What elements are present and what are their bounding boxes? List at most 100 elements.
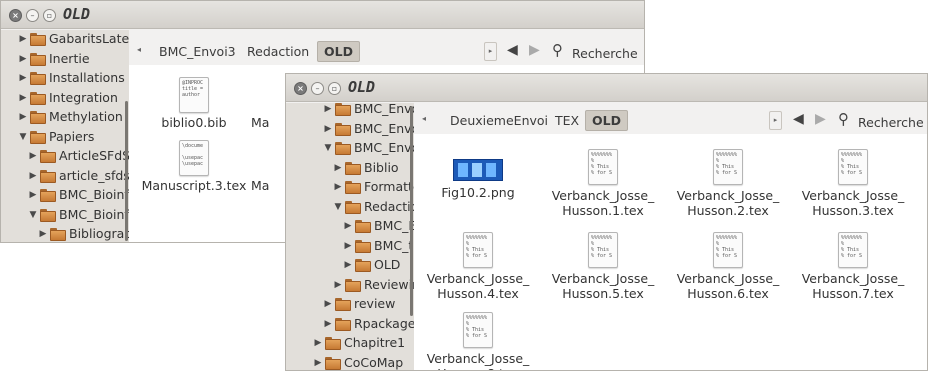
crumb-deuxiemeenvoi[interactable]: DeuxiemeEnvoi — [444, 110, 554, 131]
close-button[interactable]: × — [294, 82, 307, 95]
file-item[interactable]: %%%%%%%%% This% for SVerbanck_Josse_Huss… — [793, 232, 913, 301]
file-item-biblio0[interactable]: @INPROC title = author biblio0.bib — [134, 77, 254, 130]
tex-file-icon: %%%%%%%%% This% for S — [463, 232, 493, 268]
expander-collapsed-icon[interactable]: ▶ — [18, 93, 28, 103]
file-name: Verbanck_Josse_ Husson.7.tex — [801, 271, 905, 301]
folder-icon — [325, 356, 341, 370]
crumb-old[interactable]: OLD — [585, 110, 628, 131]
folder-icon — [355, 259, 371, 272]
titlebar[interactable]: × – ▫ OLD — [286, 74, 927, 102]
sidebar-item-label: review — [354, 296, 396, 311]
expander-collapsed-icon[interactable]: ▶ — [28, 190, 38, 200]
file-item[interactable]: Fig10.2.png — [418, 149, 538, 200]
expander-collapsed-icon[interactable]: ▶ — [28, 171, 38, 181]
expander-collapsed-icon[interactable]: ▶ — [333, 182, 343, 192]
sidebar-item-label: Methylation — [49, 109, 123, 124]
expander-collapsed-icon[interactable]: ▶ — [333, 280, 343, 290]
expander-expanded-icon[interactable]: ▼ — [333, 202, 343, 212]
tex-file-icon: %%%%%%%%% This% for S — [838, 149, 868, 185]
search-icon[interactable]: ⚲ — [552, 41, 563, 59]
folder-icon — [345, 278, 361, 292]
file-item[interactable]: %%%%%%%%% This% for SVerbanck_Josse_Huss… — [668, 232, 788, 301]
sidebar-item-label: Bibliograp — [69, 226, 129, 241]
sidebar-scrollbar[interactable] — [125, 101, 128, 241]
expander-collapsed-icon[interactable]: ▶ — [343, 241, 353, 251]
file-name: Verbanck_Josse_ Husson.6.tex — [676, 271, 780, 301]
tex-file-icon: %%%%%%%%% This% for S — [838, 232, 868, 268]
sidebar-item-label: Integration — [49, 89, 118, 105]
file-item-manuscript3[interactable]: \docume \usepac \usepac Manuscript.3.tex — [134, 140, 254, 193]
search-label[interactable]: Recherche — [858, 115, 924, 130]
search-icon[interactable]: ⚲ — [838, 110, 849, 128]
sidebar-item-label: Reviewir — [364, 276, 414, 292]
back-arrow-icon[interactable]: ◀ — [507, 42, 518, 58]
expander-collapsed-icon[interactable]: ▶ — [18, 54, 28, 64]
expander-collapsed-icon[interactable]: ▶ — [323, 104, 333, 114]
search-label[interactable]: Recherche — [572, 46, 638, 61]
expander-collapsed-icon[interactable]: ▶ — [18, 112, 28, 122]
sidebar-item-label: BMC_Envo — [354, 120, 414, 136]
file-item[interactable]: %%%%%%%%% This% for SVerbanck_Josse_Huss… — [543, 232, 663, 301]
tex-file-icon: %%%%%%%%% This% for S — [588, 232, 618, 268]
sidebar[interactable]: ▶ BMC_Envo ▶ BMC_Envo ▼ BMC_Envo ▶ Biblio ▶ Forma… — [286, 103, 414, 370]
expander-expanded-icon[interactable]: ▼ — [18, 132, 28, 142]
sidebar-item-label: GabaritsLatex — [49, 31, 129, 46]
path-scroll-left-icon[interactable]: ◂ — [422, 114, 426, 123]
sidebar-scrollbar[interactable] — [410, 106, 413, 316]
crumb-old[interactable]: OLD — [317, 41, 360, 62]
expander-collapsed-icon[interactable]: ▶ — [323, 319, 333, 329]
tex-file-icon: \docume \usepac \usepac — [179, 140, 209, 176]
file-name: Ma — [251, 178, 270, 193]
expander-collapsed-icon[interactable]: ▶ — [323, 124, 333, 134]
folder-icon — [30, 91, 46, 105]
back-arrow-icon[interactable]: ◀ — [793, 111, 804, 127]
expander-collapsed-icon[interactable]: ▶ — [343, 260, 353, 270]
file-item[interactable]: %%%%%%%%% This% for SVerbanck_Josse_Huss… — [543, 149, 663, 218]
maximize-button[interactable]: ▫ — [328, 82, 341, 95]
file-item-partial[interactable]: Ma — [251, 115, 281, 130]
expander-collapsed-icon[interactable]: ▶ — [323, 299, 333, 309]
crumb-tex[interactable]: TEX — [549, 110, 585, 131]
expander-collapsed-icon[interactable]: ▶ — [343, 221, 353, 231]
folder-icon — [50, 228, 66, 241]
expander-collapsed-icon[interactable]: ▶ — [38, 229, 48, 239]
tex-file-icon: %%%%%%%%% This% for S — [713, 232, 743, 268]
file-manager-window-front[interactable]: × – ▫ OLD ▶ BMC_Envo ▶ BMC_Envo ▼ BMC_Envo ▶ Bi… — [285, 73, 928, 371]
crumb-bmc-envoi3[interactable]: BMC_Envoi3 — [153, 41, 242, 62]
path-scroll-right-icon[interactable]: ▸ — [769, 111, 782, 130]
expander-collapsed-icon[interactable]: ▶ — [18, 34, 28, 44]
folder-icon — [325, 337, 341, 350]
folder-icon — [335, 142, 351, 155]
folder-icon — [335, 103, 351, 116]
sidebar-item-label: BMC_Envo — [354, 140, 414, 155]
file-item[interactable]: %%%%%%%%% This% for SVerbanck_Josse_Huss… — [418, 232, 538, 301]
forward-arrow-icon[interactable]: ▶ — [815, 111, 826, 127]
titlebar[interactable]: × – ▫ OLD — [1, 1, 644, 29]
folder-icon — [355, 239, 371, 253]
file-name: Verbanck_Josse_ Husson.4.tex — [426, 271, 530, 301]
path-scroll-right-icon[interactable]: ▸ — [484, 42, 497, 61]
sidebar-item-label: Biblio — [364, 159, 399, 175]
expander-collapsed-icon[interactable]: ▶ — [28, 151, 38, 161]
file-name: biblio0.bib — [161, 115, 227, 130]
path-scroll-left-icon[interactable]: ◂ — [137, 45, 141, 54]
close-button[interactable]: × — [9, 9, 22, 22]
minimize-button[interactable]: – — [26, 9, 39, 22]
expander-collapsed-icon[interactable]: ▶ — [18, 73, 28, 83]
file-item-partial[interactable]: Ma — [251, 178, 281, 193]
maximize-button[interactable]: ▫ — [43, 9, 56, 22]
minimize-button[interactable]: – — [311, 82, 324, 95]
file-item[interactable]: %%%%%%%%% This% for SVerbanck_Josse_Huss… — [418, 312, 538, 370]
forward-arrow-icon[interactable]: ▶ — [529, 42, 540, 58]
file-item[interactable]: %%%%%%%%% This% for SVerbanck_Josse_Huss… — [668, 149, 788, 218]
expander-expanded-icon[interactable]: ▼ — [323, 143, 333, 153]
expander-collapsed-icon[interactable]: ▶ — [333, 163, 343, 173]
crumb-redaction[interactable]: Redaction — [241, 41, 315, 62]
expander-expanded-icon[interactable]: ▼ — [28, 210, 38, 220]
expander-collapsed-icon[interactable]: ▶ — [313, 338, 323, 348]
expander-collapsed-icon[interactable]: ▶ — [313, 358, 323, 368]
sidebar[interactable]: ▶ GabaritsLatex ▶ Inertie ▶ Installations ▶ Int… — [1, 30, 129, 242]
folder-icon — [335, 122, 351, 136]
file-item[interactable]: %%%%%%%%% This% for SVerbanck_Josse_Huss… — [793, 149, 913, 218]
file-view[interactable]: Fig10.2.png%%%%%%%%% This% for S Verbanck… — [414, 134, 927, 370]
